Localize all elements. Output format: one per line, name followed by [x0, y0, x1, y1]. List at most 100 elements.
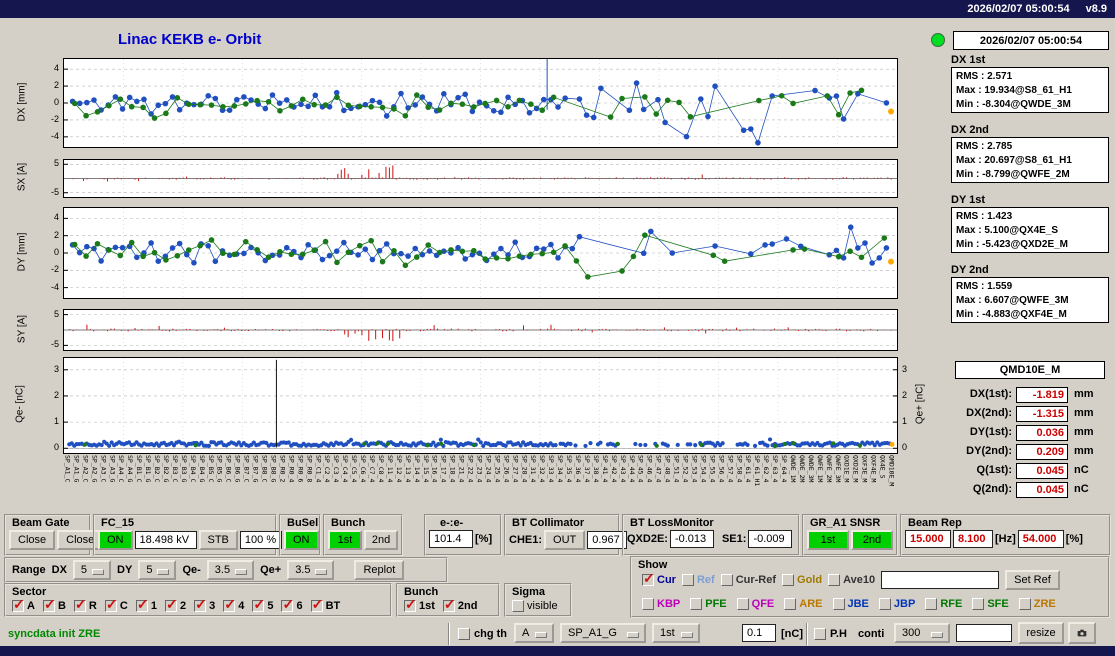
show-pfe-checkbox[interactable]	[690, 598, 703, 610]
sector-3-item: 3	[194, 596, 216, 613]
interval-input[interactable]	[956, 624, 1012, 642]
se1-value: -0.009	[748, 530, 793, 548]
show-cur-ref-checkbox[interactable]	[720, 574, 733, 586]
show-pfe-label: PFE	[705, 598, 727, 610]
show-gold-item: Gold	[782, 574, 822, 586]
sector-a-checkbox[interactable]	[12, 596, 25, 613]
show-zre-checkbox[interactable]	[1018, 598, 1031, 610]
sector-r-label: R	[88, 600, 97, 612]
ph-checkbox[interactable]	[814, 628, 826, 640]
sector-c-checkbox[interactable]	[104, 596, 118, 613]
range-qep-select[interactable]: 3.5	[287, 560, 335, 580]
bunch-2nd-button[interactable]: 2nd	[364, 530, 398, 550]
x-axis-label: SP_B8_G	[269, 455, 278, 483]
dx1-stats-box: RMS : 2.571 Max : 19.934@S8_61_H1 Min : …	[951, 67, 1109, 113]
x-axis-label: SP_R0_4	[287, 455, 296, 483]
beam-rep-group: Beam Rep 15.000 8.100 [Hz] 54.000 [%]	[900, 514, 1111, 556]
show-are-label: ARE	[799, 598, 823, 610]
show-ref-checkbox[interactable]	[681, 574, 694, 586]
gr-a1-1st-button[interactable]: 1st	[807, 530, 849, 550]
beam-gate-close-button-1[interactable]: Close	[9, 530, 56, 550]
y-tick-label-right: 3	[902, 363, 908, 374]
dy1-max: Max : 5.100@QX4E_S	[956, 225, 1059, 236]
fc15-on-button[interactable]: ON	[98, 530, 133, 550]
show-gold-checkbox[interactable]	[782, 574, 795, 586]
bunch-1st-checkbox[interactable]	[404, 596, 417, 613]
statusbar-separator	[806, 623, 808, 645]
show-cur-checkbox[interactable]	[642, 570, 655, 587]
device-select[interactable]: SP_A1_G	[560, 623, 646, 643]
sector-bt-checkbox[interactable]	[310, 596, 323, 613]
sector-b-checkbox[interactable]	[42, 596, 56, 613]
busel-on-button[interactable]: ON	[284, 530, 319, 550]
y-tick-label: 5	[53, 158, 59, 169]
x-axis-label: SP_15_4	[421, 455, 430, 483]
show-are-item: ARE	[784, 598, 823, 610]
show-kbp-checkbox[interactable]	[642, 598, 654, 610]
show-rfe-checkbox[interactable]	[925, 598, 938, 610]
range-dy-select[interactable]: 5	[138, 560, 177, 580]
sector-4-item: 4	[223, 596, 244, 613]
threshold-input[interactable]: 0.1	[742, 624, 776, 642]
show-sfe-checkbox[interactable]	[972, 598, 985, 610]
range-qem-select[interactable]: 3.5	[206, 560, 255, 580]
sector-1-checkbox[interactable]	[135, 596, 149, 613]
x-axis-label: QWDE_1M	[789, 455, 797, 483]
show-cur-ref-label: Cur-Ref	[735, 574, 777, 586]
set-ref-button[interactable]: Set Ref	[1005, 570, 1060, 590]
sector-5-checkbox[interactable]	[252, 596, 265, 613]
ref-name-input[interactable]	[881, 571, 1000, 589]
dx1-min: Min : -8.304@QWDE_3M	[956, 99, 1071, 110]
window-bottombar	[0, 646, 1115, 656]
x-axis-label: SP_52_4	[681, 455, 690, 483]
chg-th-checkbox[interactable]	[458, 628, 470, 640]
sector-r-checkbox[interactable]	[73, 596, 87, 613]
sector-3-label: 3	[209, 600, 216, 612]
gr-a1-2nd-button[interactable]: 2nd	[851, 530, 893, 550]
bunch-select[interactable]: 1st	[652, 623, 700, 643]
sector-1-item: 1	[135, 596, 157, 613]
x-axis-label: SP_C2_4	[323, 455, 332, 483]
bunch-1st-button[interactable]: 1st	[328, 530, 362, 550]
x-axis-label: SP_A1_G	[72, 455, 81, 483]
show-jbp-checkbox[interactable]	[878, 598, 891, 610]
linac-orbit-window: 2026/02/07 05:00:54 v8.9 Linac KEKB e- O…	[0, 0, 1115, 656]
show-ref-item: Ref	[681, 574, 715, 586]
x-axis-label: SP_B5_G	[215, 455, 224, 483]
sector-a-item: A	[12, 596, 35, 613]
y-tick-label: -2	[50, 264, 59, 275]
resize-button[interactable]: resize	[1018, 622, 1064, 644]
bpm-row-unit: nC	[1074, 464, 1089, 476]
show-jbe-checkbox[interactable]	[832, 598, 845, 610]
replot-button[interactable]: Replot	[354, 560, 405, 580]
sigma-visible-checkbox[interactable]	[512, 600, 524, 612]
x-axis-label: SP_64_4	[780, 455, 788, 483]
ee-ratio-group-label: e-:e-	[440, 517, 464, 529]
sector-select[interactable]: A	[514, 623, 554, 643]
bunch-group-label: Bunch	[331, 517, 366, 529]
bunch-2nd-checkbox[interactable]	[442, 596, 456, 613]
x-axis-label: SP_18_4	[448, 455, 457, 483]
interval-select[interactable]: 300	[894, 623, 950, 643]
y-tick-label: 4	[53, 63, 59, 74]
sector-4-checkbox[interactable]	[223, 596, 236, 613]
x-axis-label: SP_42_4	[609, 455, 618, 483]
sector-3-checkbox[interactable]	[194, 596, 207, 613]
dx2-stats-box: RMS : 2.785 Max : 20.697@S8_61_H1 Min : …	[951, 137, 1109, 183]
fc15-stb-button[interactable]: STB	[198, 530, 238, 550]
show-qfe-checkbox[interactable]	[736, 598, 749, 610]
screenshot-button[interactable]	[1068, 622, 1096, 644]
sector-2-checkbox[interactable]	[164, 596, 178, 613]
ph-label: P.H	[830, 628, 847, 640]
show-ave10-checkbox[interactable]	[828, 574, 841, 586]
dx2-stats-title: DX 2nd	[951, 124, 989, 136]
show-are-checkbox[interactable]	[784, 598, 797, 610]
sector-6-checkbox[interactable]	[281, 596, 294, 613]
range-dx-select[interactable]: 5	[72, 560, 112, 580]
ee-ratio-group: e-:e- 101.4 [%]	[424, 514, 502, 556]
x-axis-label: SP_61_4	[744, 455, 753, 483]
x-axis-label: SP_C8_4	[377, 455, 385, 483]
x-axis-label: SP_B2_G	[162, 455, 170, 483]
che1-out-button[interactable]: OUT	[544, 530, 586, 550]
x-axis-label: SP_A2_G	[90, 455, 99, 483]
